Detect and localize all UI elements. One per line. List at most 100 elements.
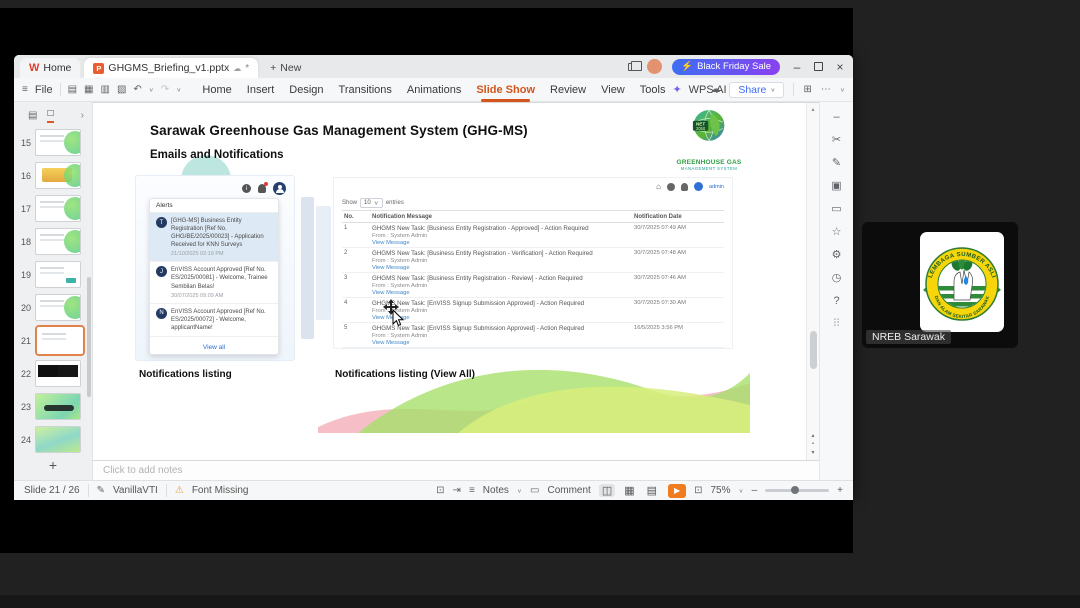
table-row[interactable]: 3 GHGMS New Task: [Business Entity Regis… (342, 273, 724, 298)
tab-design[interactable]: Design (289, 84, 323, 96)
previous-slide-icon[interactable]: ▴ (811, 432, 814, 439)
multi-window-icon[interactable] (628, 60, 643, 71)
view-message-link[interactable]: View Message (372, 315, 634, 321)
share-button[interactable]: Share ∨ (729, 81, 785, 98)
view-message-link[interactable]: View Message (372, 290, 634, 296)
slide-thumbnail-19[interactable]: 19 (14, 261, 92, 288)
tab-home[interactable]: Home (202, 84, 231, 96)
scrollbar-thumb[interactable] (810, 331, 817, 369)
zoom-in-button[interactable]: + (837, 485, 843, 496)
account-avatar[interactable] (647, 59, 663, 74)
view-message-link[interactable]: View Message (372, 240, 634, 246)
undo-caret-icon[interactable]: ∨ (149, 86, 154, 93)
ribbon-caret-icon[interactable]: ∨ (176, 86, 181, 93)
table-row[interactable]: 2 GHGMS New Task: [Business Entity Regis… (342, 248, 724, 273)
document-tab[interactable]: P GHGMS_Briefing_v1.pptx ☁ * (84, 58, 259, 78)
collapse-ribbon-icon[interactable]: ∨ (840, 86, 845, 93)
history-icon[interactable]: ◷ (832, 273, 842, 284)
print-preview-icon[interactable]: ▧ (117, 84, 126, 95)
slide-thumbnail-18[interactable]: 18 (14, 228, 92, 255)
next-slide-icon[interactable]: ▾ (811, 449, 814, 456)
thumbnail-preview (35, 195, 81, 222)
maximize-button[interactable] (814, 62, 823, 71)
page-size-select[interactable]: 10 ∨ (360, 198, 383, 208)
participant-video-tile[interactable]: LEMBAGA SUMBER ASLI DAN ALAM SEKITAR SAR… (862, 222, 1018, 348)
cloud-upload-icon[interactable]: ☁ (710, 84, 720, 95)
edit-icon[interactable]: ✎ (832, 158, 841, 169)
comment-panel-icon[interactable]: ▭ (831, 204, 841, 215)
tab-insert[interactable]: Insert (247, 84, 275, 96)
desk-mode-icon[interactable]: ⊡ (436, 485, 444, 496)
more-icon[interactable]: ⋯ (821, 84, 831, 95)
slideshow-play-button[interactable]: ▶ (668, 483, 687, 498)
zoom-percent[interactable]: 75% (710, 485, 730, 496)
slide-view-icon[interactable]: □ (47, 108, 54, 123)
file-menu[interactable]: File (35, 84, 53, 96)
undo-icon[interactable]: ↶ (133, 84, 141, 95)
export-icon[interactable]: ▦ (84, 84, 93, 95)
alert-item[interactable]: N EnVISS Account Approved [Ref No. ES/20… (150, 304, 278, 337)
home-tab[interactable]: W Home (20, 58, 81, 78)
view-message-link[interactable]: View Message (372, 265, 634, 271)
tab-view[interactable]: View (601, 84, 625, 96)
nav-dot-icon[interactable]: ▪ (812, 441, 814, 447)
slide-thumbnail-20[interactable]: 20 (14, 294, 92, 321)
zoom-slider-knob[interactable] (790, 486, 799, 494)
add-slide-button[interactable]: + (14, 457, 92, 473)
fit-slide-icon[interactable]: ⊡ (694, 485, 702, 496)
normal-view-button[interactable]: ◫ (598, 484, 616, 497)
slide-thumbnail-16[interactable]: 16 (14, 162, 92, 189)
hide-sidebar-icon[interactable]: – (833, 112, 839, 123)
settings-icon[interactable]: ⚙ (832, 250, 842, 261)
slide-thumbnail-15[interactable]: 15 (14, 129, 92, 156)
view-message-link[interactable]: View Message (372, 340, 634, 346)
slide-thumbnail-24[interactable]: 24 (14, 426, 92, 453)
view-all-link[interactable]: View all (150, 341, 278, 354)
tab-animations[interactable]: Animations (407, 84, 461, 96)
comment-button[interactable]: Comment (547, 485, 590, 496)
save-icon[interactable]: ▤ (68, 84, 77, 95)
tab-transitions[interactable]: Transitions (339, 84, 392, 96)
new-tab-button[interactable]: + New (270, 58, 301, 78)
notes-input[interactable]: Click to add notes (93, 460, 819, 480)
minimize-button[interactable]: – (790, 60, 804, 74)
help-icon[interactable]: ? (833, 296, 839, 307)
alert-item[interactable]: T [GHG-MS] Business Entity Registration … (150, 213, 278, 263)
apps-icon[interactable]: ⠿ (832, 319, 840, 330)
close-button[interactable]: × (833, 60, 847, 74)
table-row[interactable]: 1 GHGMS New Task: [Business Entity Regis… (342, 223, 724, 248)
canvas-scrollbar[interactable]: ▴ ▴ ▪ ▾ (806, 102, 819, 460)
alert-item[interactable]: J EnVISS Account Approved [Ref No. ES/20… (150, 262, 278, 304)
favorites-icon[interactable]: ☆ (832, 227, 842, 238)
notes-toggle[interactable]: Notes (483, 485, 509, 496)
promo-button[interactable]: ⚡ Black Friday Sale (672, 58, 780, 75)
layout-switch-icon[interactable]: ⊞ (803, 84, 811, 95)
slide-thumbnail-17[interactable]: 17 (14, 195, 92, 222)
scroll-up-icon[interactable]: ▴ (807, 106, 819, 113)
slide-thumbnail-23[interactable]: 23 (14, 393, 92, 420)
notes-caret-icon[interactable]: ∨ (517, 487, 522, 494)
zoom-out-button[interactable]: – (752, 485, 758, 496)
slide-sorter-button[interactable]: ▦ (621, 484, 637, 497)
print-icon[interactable]: ▥ (100, 84, 109, 95)
tab-tools[interactable]: Tools (640, 84, 666, 96)
tab-review[interactable]: Review (550, 84, 586, 96)
panel-scrollbar[interactable] (87, 277, 91, 397)
tab-slide-show[interactable]: Slide Show (476, 84, 535, 102)
redo-icon[interactable]: ↷ (161, 84, 169, 95)
tools-icon[interactable]: ✂ (832, 135, 841, 146)
pen-mode-icon[interactable]: ⇥ (453, 485, 461, 496)
slide-thumbnail-21-selected[interactable]: 21 (14, 325, 92, 356)
reading-view-button[interactable]: ▤ (644, 484, 660, 497)
slide-canvas[interactable]: Sarawak Greenhouse Gas Management System… (93, 102, 806, 460)
zoom-caret-icon[interactable]: ∨ (738, 487, 743, 494)
zoom-slider[interactable] (765, 486, 830, 494)
object-panel-icon[interactable]: ▣ (831, 181, 841, 192)
slide-thumbnail-22[interactable]: 22 (14, 360, 92, 387)
hamburger-icon[interactable]: ≡ (22, 84, 28, 95)
alert-text: EnVISS Account Approved [Ref No. ES/2025… (171, 308, 266, 331)
collapse-panel-icon[interactable]: › (81, 110, 84, 121)
theme-name[interactable]: VanillaVTI (113, 485, 158, 496)
font-missing-label[interactable]: Font Missing (192, 485, 249, 496)
outline-view-icon[interactable]: ▤ (28, 110, 37, 121)
